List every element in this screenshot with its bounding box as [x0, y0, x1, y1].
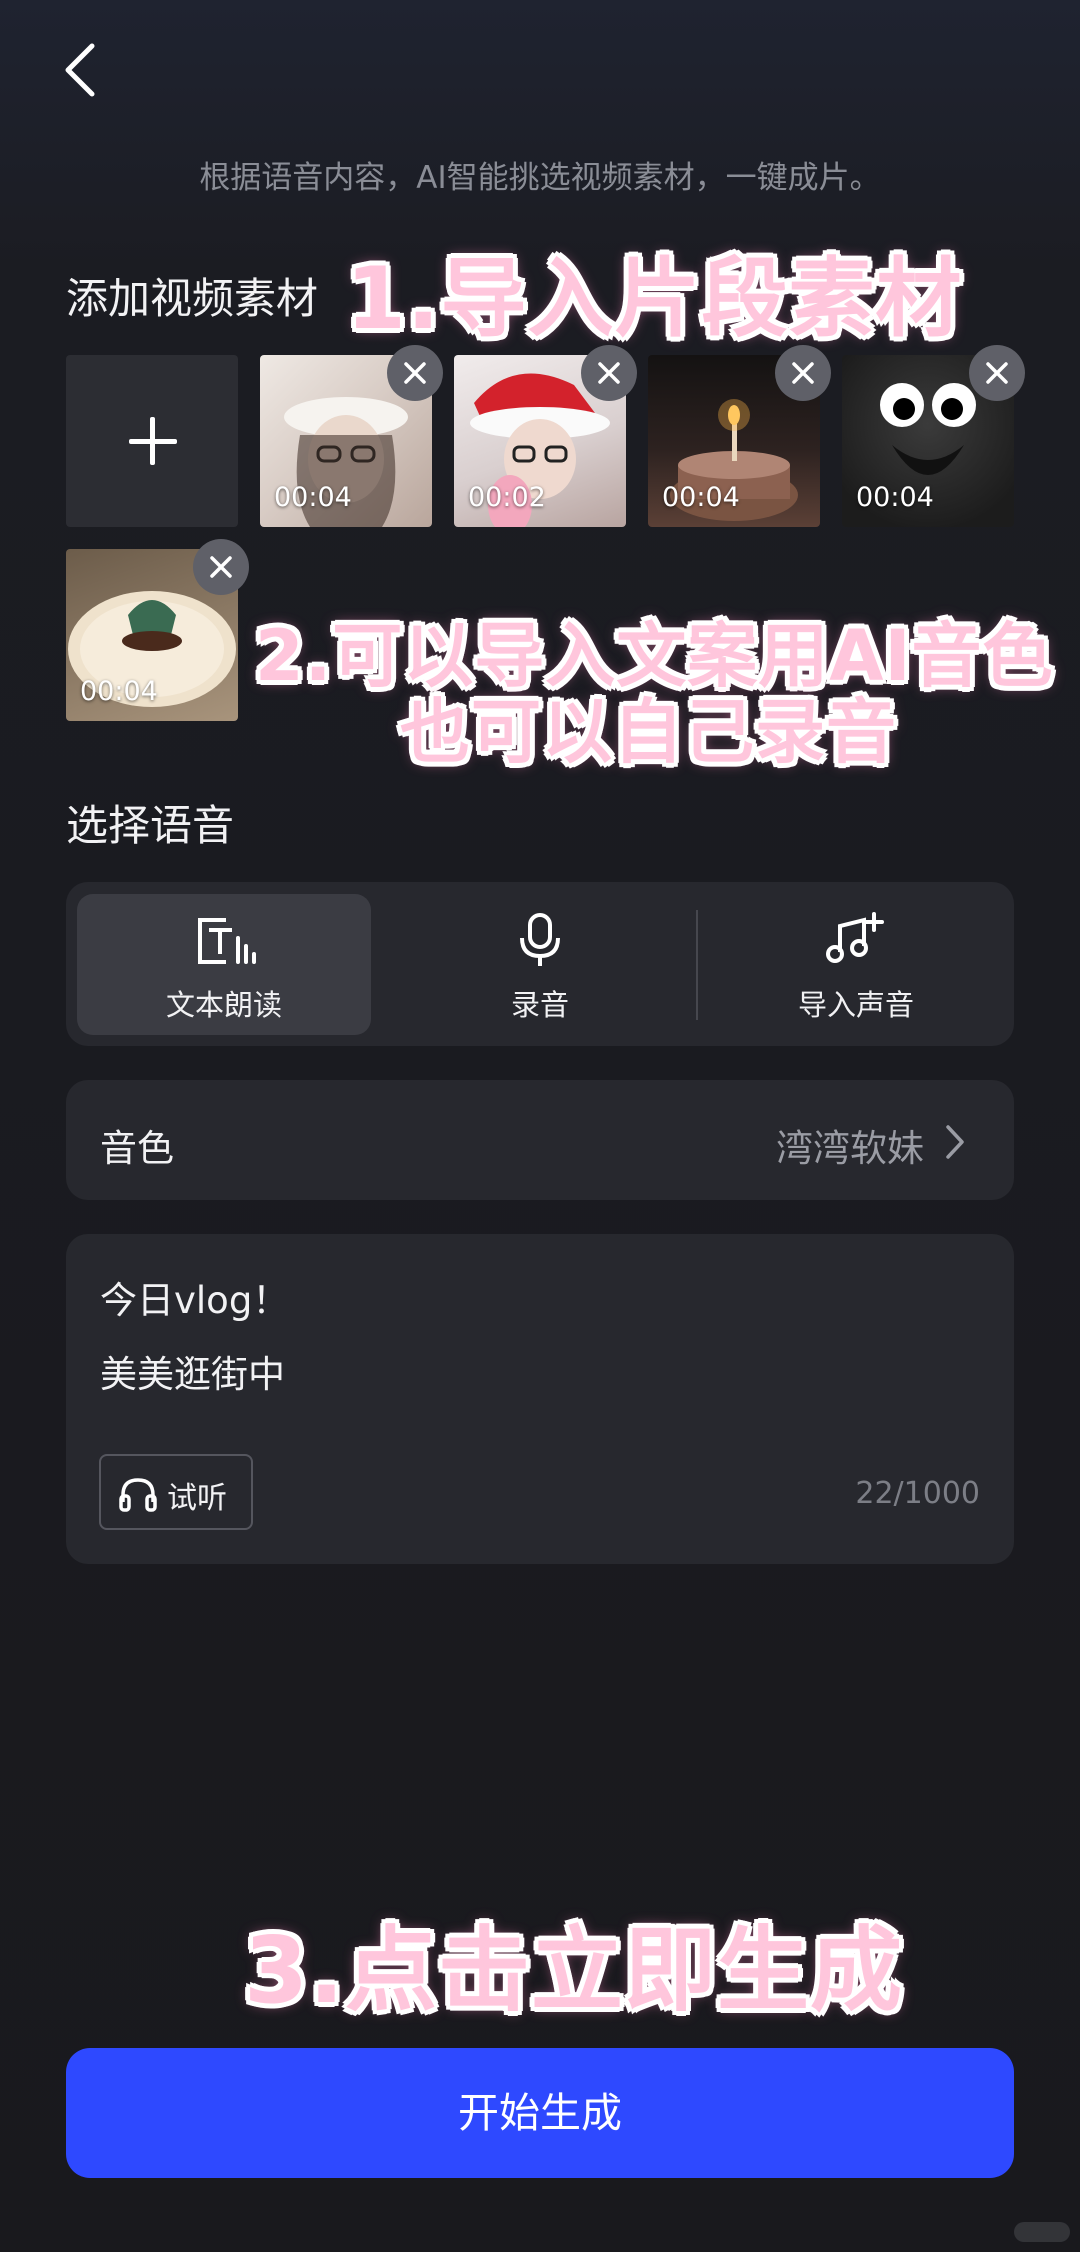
remove-clip-5-button[interactable] [193, 539, 249, 595]
clip-duration: 00:04 [856, 482, 934, 513]
microphone-icon [520, 913, 560, 966]
voice-option-label: 文本朗读 [165, 988, 282, 1022]
text-to-speech-icon [198, 918, 256, 964]
clip-duration: 00:02 [468, 482, 546, 513]
start-generate-button[interactable]: 开始生成 [66, 2048, 1014, 2178]
page-subtitle: 根据语音内容，AI智能挑选视频素材，一键成片。 [199, 160, 881, 196]
script-line-2: 美美逛街中 [100, 1353, 285, 1396]
script-line-1: 今日vlog！ [100, 1279, 290, 1322]
close-icon [404, 362, 426, 384]
preview-listen-button[interactable]: 试听 [99, 1454, 253, 1530]
voice-option-label: 录音 [510, 988, 569, 1022]
preview-listen-label: 试听 [167, 1481, 227, 1516]
close-icon [598, 362, 620, 384]
voice-section-title: 选择语音 [66, 801, 235, 850]
add-music-icon [826, 912, 884, 963]
back-button[interactable] [62, 42, 102, 98]
remove-clip-1-button[interactable] [387, 345, 443, 401]
remove-clip-3-button[interactable] [775, 345, 831, 401]
chevron-right-icon [946, 1125, 964, 1159]
remove-clip-4-button[interactable] [969, 345, 1025, 401]
headphones-icon [119, 1478, 157, 1512]
annotation-step1: 1.导入片段素材 [346, 249, 963, 349]
annotation-step3: 3.点击立即生成 [244, 1917, 903, 2024]
chevron-left-icon [65, 43, 95, 97]
annotation-step2-line2: 也可以自己录音 [400, 691, 897, 773]
character-counter: 22/1000 [855, 1476, 980, 1511]
start-generate-label: 开始生成 [458, 2089, 622, 2137]
voice-option-label: 导入声音 [797, 988, 914, 1022]
watermark-badge [1014, 2222, 1070, 2242]
add-media-title: 添加视频素材 [66, 274, 319, 323]
remove-clip-2-button[interactable] [581, 345, 637, 401]
clip-duration: 00:04 [662, 482, 740, 513]
clip-duration: 00:04 [274, 482, 352, 513]
clip-duration: 00:04 [80, 676, 158, 707]
add-media-button[interactable] [66, 355, 238, 527]
timbre-value: 湾湾软妹 [776, 1127, 924, 1170]
close-icon [792, 362, 814, 384]
timbre-label: 音色 [100, 1127, 174, 1170]
close-icon [986, 362, 1008, 384]
close-icon [210, 556, 232, 578]
